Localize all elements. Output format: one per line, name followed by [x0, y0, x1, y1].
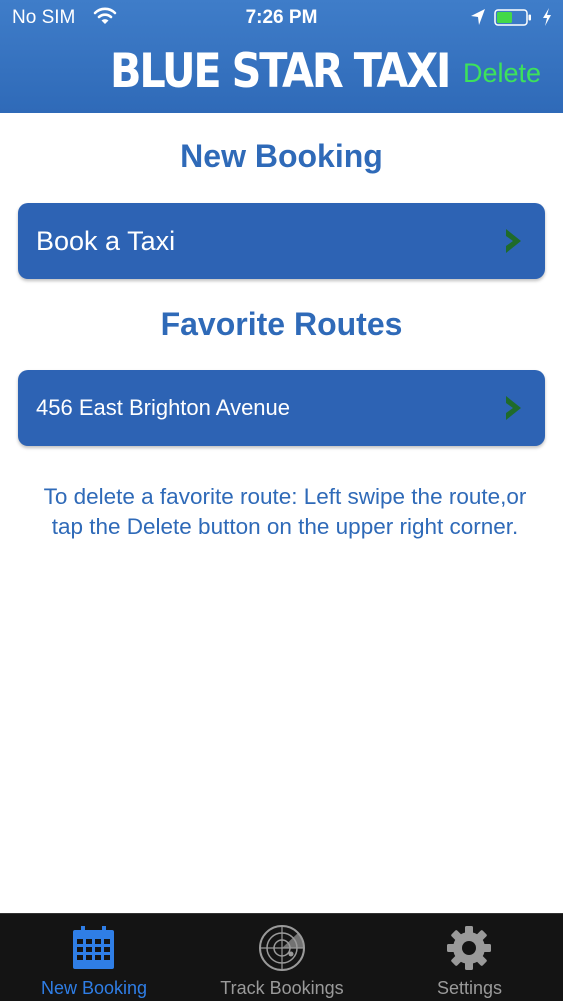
- tab-bar: New Booking Track Bookings Settings: [0, 913, 563, 1001]
- favorite-routes-heading: Favorite Routes: [160, 306, 403, 342]
- tab-new-booking-label: New Booking: [40, 978, 148, 998]
- tab-track-bookings-label: Track Bookings: [220, 978, 344, 998]
- tab-settings-label: Settings: [436, 978, 503, 998]
- header-bar: No SIM 7:26 PM BLUE STAR TAXI Delete: [0, 0, 563, 113]
- delete-route-hint: To delete a favorite route: Left swipe t…: [43, 484, 527, 539]
- tab-new-booking[interactable]: New Booking: [0, 914, 188, 1001]
- favorite-route-item[interactable]: 456 East Brighton Avenue: [18, 370, 545, 446]
- location-arrow-icon: [471, 9, 485, 25]
- book-taxi-label: Book a Taxi: [36, 226, 176, 256]
- delete-button[interactable]: Delete: [463, 58, 541, 89]
- book-taxi-button[interactable]: Book a Taxi: [18, 203, 545, 279]
- status-bar: No SIM 7:26 PM: [0, 0, 563, 36]
- chevron-right-icon: [506, 396, 521, 420]
- charging-bolt-icon: [543, 8, 551, 26]
- radar-icon: [259, 925, 305, 971]
- tab-settings[interactable]: Settings: [376, 914, 563, 1001]
- tab-track-bookings[interactable]: Track Bookings: [188, 914, 376, 1001]
- app-title: BLUE STAR TAXI: [110, 44, 451, 99]
- gear-icon: [447, 926, 491, 970]
- battery-icon: [494, 9, 531, 26]
- favorite-route-label: 456 East Brighton Avenue: [36, 395, 291, 420]
- calendar-icon: [73, 926, 114, 969]
- chevron-right-icon: [506, 229, 521, 253]
- new-booking-heading: New Booking: [180, 138, 383, 174]
